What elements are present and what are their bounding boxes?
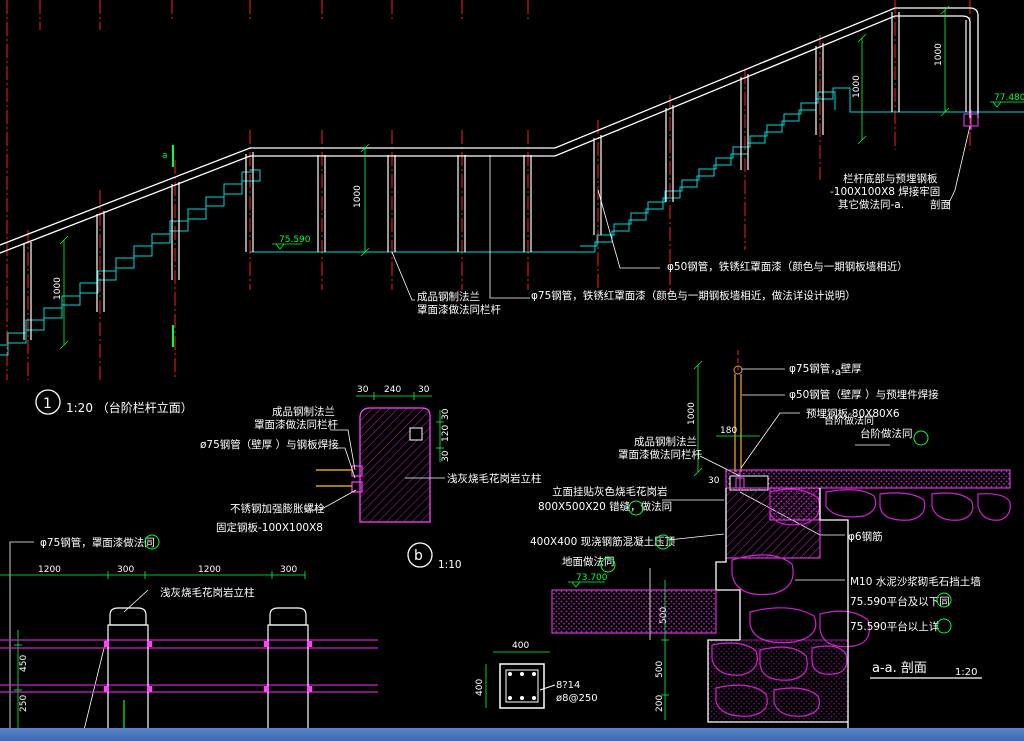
b-scale: 1:10 — [438, 559, 462, 571]
n-phi75: φ75钢管，壁厚 — [789, 362, 862, 375]
bottom-rails — [0, 639, 378, 693]
dim-1000-a: 1000 — [53, 277, 63, 300]
n-rebar: φ6钢筋 — [848, 530, 883, 543]
dim-1200-a: 1200 — [38, 565, 61, 575]
b-flange-1: 成品钢制法兰 — [272, 405, 335, 418]
dim-120: 120 — [441, 425, 451, 442]
dim-30-b: 30 — [418, 385, 430, 395]
bottom-post-note: 浅灰烧毛花岗岩立柱 — [160, 586, 255, 599]
dim-1000-d: 1000 — [934, 43, 944, 66]
dim-1000-b: 1000 — [353, 185, 363, 208]
elevation-view: a 1000 1000 1000 1000 75.590 77.480 栏杆底部… — [0, 0, 1024, 415]
column-section: 400 400 8?14 ø8@250 — [475, 641, 598, 738]
dim-240: 240 — [384, 385, 401, 395]
stair-steps — [0, 87, 1024, 356]
dim-400-b: 400 — [475, 679, 485, 696]
n-flange-2: 罩面漆做法同栏杆 — [618, 448, 702, 461]
note-flange-2: 罩面漆做法同栏杆 — [417, 303, 501, 316]
cad-drawing: a 1000 1000 1000 1000 75.590 77.480 栏杆底部… — [0, 0, 1024, 738]
n-above: 75.590平台以上详 — [850, 620, 939, 633]
dim-1200-b: 1200 — [198, 565, 221, 575]
section-pipe — [734, 374, 742, 472]
section-title: a-a. 剖面 — [872, 661, 927, 676]
note-embed-1: 栏杆底部与预埋钢板 — [843, 172, 938, 185]
n-concrete: 400X400 现浇钢筋混凝土压顶 — [530, 535, 676, 548]
bottom-posts — [107, 607, 309, 736]
n-wall: M10 水泥沙浆砌毛石挡土墙 — [850, 575, 981, 588]
b-label: b — [414, 548, 423, 564]
inner-notch — [409, 427, 423, 441]
section-scale: 1:20 — [955, 667, 977, 678]
title-number: 1 — [43, 396, 52, 412]
dim-30-d: 30 — [441, 450, 451, 462]
elev-low-label: 73.700 — [576, 573, 608, 583]
dim-1000-c: 1000 — [852, 75, 862, 98]
n-phi50: φ50钢管（壁厚 ）与预埋件焊接 — [789, 388, 939, 401]
cad-drawing-canvas[interactable]: a 1000 1000 1000 1000 75.590 77.480 栏杆底部… — [0, 0, 1024, 741]
dim-400-a: 400 — [512, 641, 529, 651]
dim-30-c: 30 — [441, 408, 451, 420]
elev-mid-label: 75.590 — [279, 235, 311, 245]
b-bolt-2: 固定钢板-100X100X8 — [216, 521, 323, 534]
section-mark-label: a — [162, 151, 168, 161]
n-plate: 预埋钢板-80X80X6 — [806, 407, 900, 420]
bottom-post-bolts — [104, 641, 312, 692]
b-post-note: 浅灰烧毛花岗岩立柱 — [447, 472, 542, 485]
leader-lines-elev — [391, 125, 971, 301]
granite-post-section — [359, 407, 431, 523]
n-granite-1: 立面挂贴灰色烧毛花岗岩 — [552, 485, 668, 498]
bottom-pipe-note: φ75钢管，罩面漆做法同 — [40, 536, 155, 549]
note-embed-3: 其它做法同-a. — [838, 198, 904, 211]
axis-lines — [6, 0, 971, 380]
end-flange — [963, 110, 979, 130]
dim-300-b: 300 — [280, 565, 297, 575]
handrail-top — [0, 7, 979, 254]
elev-top-label: 77.480 — [994, 93, 1024, 103]
dim-30-a: 30 — [357, 385, 369, 395]
stirrup-label: ø8@250 — [556, 693, 598, 704]
n-below: 75.590平台及以下同 — [850, 595, 950, 608]
section-aa: 1000 180 30 500 500 200 — [530, 350, 1011, 730]
note-phi75: φ75钢管，铁锈红罩面漆（颜色与一期钢板墙相近，做法详设计说明） — [531, 289, 856, 302]
b-flange-2: 罩面漆做法同栏杆 — [254, 418, 338, 431]
sec-dim-200: 200 — [655, 695, 665, 712]
elevation-title: 1:20 （台阶栏杆立面） — [66, 400, 193, 415]
note-flange-1: 成品钢制法兰 — [417, 290, 480, 303]
sec-dim-1000: 1000 — [687, 402, 697, 425]
sec-dim-180: 180 — [720, 426, 737, 436]
dim-300-a: 300 — [117, 565, 134, 575]
rebar-label: 8?14 — [556, 680, 580, 691]
bottom-elevation: φ75钢管，罩面漆做法同 1200 300 1200 300 450 250 浅… — [0, 534, 378, 736]
dims-bottom — [0, 571, 306, 728]
note-phi50: φ50钢管，铁锈红罩面漆（颜色与一期钢板墙相近） — [667, 260, 908, 273]
n-granite-2: 800X500X20 错缝，做法同 — [538, 500, 672, 513]
dim-450: 450 — [19, 655, 29, 672]
detail-b: 30 240 30 30 120 30 成品钢制法兰 罩面漆做法同栏杆 ø75钢… — [200, 385, 542, 571]
b-pipe-note: ø75钢管（壁厚 ）与钢板焊接 — [200, 438, 339, 451]
n-ground: 地面做法同 — [562, 555, 615, 568]
pipe-b — [316, 469, 352, 487]
sec-dim-500-b: 500 — [655, 661, 665, 678]
note-embed-2: -100X100X8 焊接牢固 — [830, 185, 940, 198]
dim-250: 250 — [19, 695, 29, 712]
note-embed-suffix: 剖面 — [930, 198, 951, 211]
sec-dim-30: 30 — [708, 476, 720, 486]
taskbar[interactable] — [0, 728, 1024, 741]
b-bolt-1: 不锈钢加强膨胀螺栓 — [230, 502, 325, 515]
n-flange-1: 成品钢制法兰 — [634, 435, 697, 448]
n-step: 台阶做法同 — [860, 427, 913, 440]
